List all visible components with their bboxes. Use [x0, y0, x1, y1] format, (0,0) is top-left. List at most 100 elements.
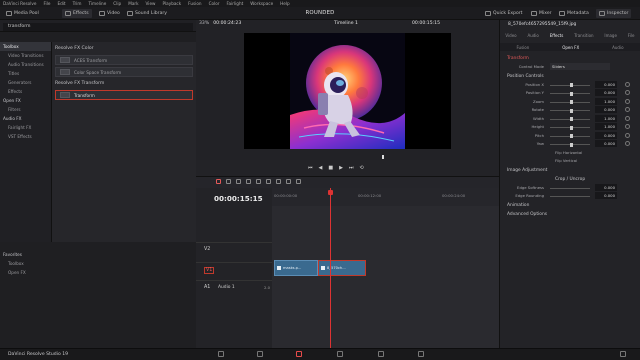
- menu-item[interactable]: Workspace: [250, 1, 273, 6]
- menu-item[interactable]: Playback: [162, 1, 181, 6]
- inspector-subtab[interactable]: Open FX: [562, 45, 579, 50]
- menu-item[interactable]: Help: [280, 1, 290, 6]
- transform-section-header[interactable]: Transform: [500, 54, 640, 63]
- link-icon[interactable]: [246, 179, 251, 184]
- keyframe-icon[interactable]: [625, 98, 630, 104]
- go-to-end-icon[interactable]: ⏭: [349, 165, 354, 171]
- keyframe-icon[interactable]: [625, 132, 630, 138]
- param-slider[interactable]: [550, 91, 590, 96]
- tree-item[interactable]: Titles: [0, 69, 51, 78]
- tree-item[interactable]: Toolbox: [0, 42, 51, 51]
- blade-icon[interactable]: [236, 179, 241, 184]
- keyframe-icon[interactable]: [625, 141, 630, 146]
- zoom-level[interactable]: 33%: [199, 21, 209, 26]
- param-value[interactable]: 1.000: [595, 123, 617, 130]
- param-value[interactable]: 1.000: [595, 114, 617, 122]
- slider-knob[interactable]: [570, 108, 573, 113]
- tree-item[interactable]: Open FX: [0, 96, 51, 105]
- edge-rounding-slider[interactable]: [550, 196, 590, 197]
- edge-rounding-value[interactable]: 0.000: [595, 192, 617, 199]
- edit-page-icon[interactable]: [296, 351, 302, 357]
- effect-item[interactable]: Transform: [55, 90, 193, 100]
- tree-item[interactable]: Filters: [0, 105, 51, 114]
- advanced-options-header[interactable]: Advanced Options: [500, 210, 640, 219]
- favorite-item[interactable]: Toolbox: [0, 259, 196, 268]
- effect-item[interactable]: ACES Transform: [55, 55, 193, 65]
- menu-item[interactable]: Timeline: [88, 1, 106, 6]
- reverse-icon[interactable]: ◀: [319, 165, 323, 171]
- keyframe-icon[interactable]: [625, 115, 630, 121]
- edge-softness-value[interactable]: 0.000: [595, 183, 617, 191]
- tree-item[interactable]: Video Transitions: [0, 51, 51, 60]
- menu-item[interactable]: Trim: [73, 1, 82, 6]
- cut-page-icon[interactable]: [257, 351, 263, 357]
- param-value[interactable]: 1.000: [595, 97, 617, 105]
- inspector-tab[interactable]: Effects: [550, 33, 564, 38]
- playhead-handle[interactable]: [328, 190, 333, 195]
- image-adjustment-header[interactable]: Image Adjustment: [500, 166, 640, 175]
- metadata-button[interactable]: Metadata: [556, 9, 592, 18]
- tree-item[interactable]: Effects: [0, 87, 51, 96]
- zoom-icon[interactable]: [286, 179, 291, 184]
- snap-icon[interactable]: [256, 179, 261, 184]
- effect-item[interactable]: Color Space Transform: [55, 67, 193, 77]
- slider-knob[interactable]: [570, 117, 573, 121]
- favorite-item[interactable]: Open FX: [0, 268, 196, 277]
- slider-knob[interactable]: [570, 83, 573, 87]
- tree-item[interactable]: Audio FX: [0, 114, 51, 123]
- marker-icon[interactable]: [276, 179, 281, 184]
- play-icon[interactable]: ▶: [339, 165, 343, 171]
- track-header-v1[interactable]: V1: [196, 262, 272, 282]
- keyframe-icon[interactable]: [625, 124, 630, 129]
- sound-library-button[interactable]: Sound Library: [124, 9, 170, 18]
- param-slider[interactable]: [550, 125, 590, 130]
- audio-icon[interactable]: [296, 179, 301, 184]
- param-slider[interactable]: [550, 142, 590, 147]
- timeline-clip[interactable]: masks.p...: [274, 260, 318, 276]
- slider-knob[interactable]: [570, 100, 573, 104]
- menu-item[interactable]: View: [146, 1, 156, 6]
- track-header-a1[interactable]: A1 Audio 1 2.0: [196, 280, 272, 300]
- video-button[interactable]: Video: [96, 9, 123, 18]
- inspector-tab[interactable]: Audio: [528, 33, 539, 38]
- position-controls-header[interactable]: Position Controls: [500, 72, 640, 81]
- param-slider[interactable]: [550, 134, 590, 138]
- inspector-tab[interactable]: File: [628, 33, 635, 38]
- param-slider[interactable]: [550, 117, 590, 121]
- fusion-page-icon[interactable]: [337, 351, 343, 357]
- loop-icon[interactable]: ⟲: [359, 165, 363, 171]
- timeline-ruler[interactable]: 00:00:00:00 00:00:12:00 00:00:24:00: [272, 188, 499, 206]
- param-value[interactable]: 0.000: [595, 89, 617, 96]
- control-mode-select[interactable]: Sliders: [550, 63, 610, 70]
- playhead[interactable]: [328, 188, 333, 348]
- param-value[interactable]: 0.000: [595, 140, 617, 147]
- effects-button[interactable]: Effects: [62, 9, 92, 18]
- flip-vertical-toggle[interactable]: Flip Vertical: [555, 158, 577, 163]
- menu-item[interactable]: DaVinci Resolve: [3, 1, 36, 6]
- keyframe-icon[interactable]: [625, 81, 630, 87]
- trim-icon[interactable]: [226, 179, 231, 184]
- viewer-canvas[interactable]: [244, 33, 451, 149]
- scrubber-handle[interactable]: [382, 155, 384, 159]
- inspector-button[interactable]: Inspector: [596, 9, 632, 18]
- slider-knob[interactable]: [570, 125, 573, 130]
- deliver-page-icon[interactable]: [418, 351, 424, 357]
- effects-search-input[interactable]: transform: [3, 23, 193, 31]
- param-value[interactable]: 0.000: [595, 106, 617, 113]
- menu-item[interactable]: Mark: [128, 1, 138, 6]
- stop-icon[interactable]: ■: [328, 165, 333, 171]
- menu-item[interactable]: Fusion: [188, 1, 201, 6]
- inspector-subtab[interactable]: Fusion: [516, 45, 529, 50]
- menu-item[interactable]: Clip: [113, 1, 121, 6]
- media-pool-button[interactable]: Media Pool: [3, 9, 42, 18]
- keyframe-icon[interactable]: [625, 107, 630, 112]
- flip-horizontal-toggle[interactable]: Flip Horizontal: [555, 150, 582, 155]
- settings-icon[interactable]: [620, 351, 626, 357]
- tree-item[interactable]: Audio Transitions: [0, 60, 51, 69]
- tree-item[interactable]: VST Effects: [0, 132, 51, 141]
- keyframe-icon[interactable]: [625, 90, 630, 95]
- param-slider[interactable]: [550, 83, 590, 87]
- track-header-v2[interactable]: V2: [196, 242, 272, 262]
- go-to-start-icon[interactable]: ⏮: [308, 165, 313, 171]
- crop-header[interactable]: Crop / Uncrop: [500, 175, 640, 184]
